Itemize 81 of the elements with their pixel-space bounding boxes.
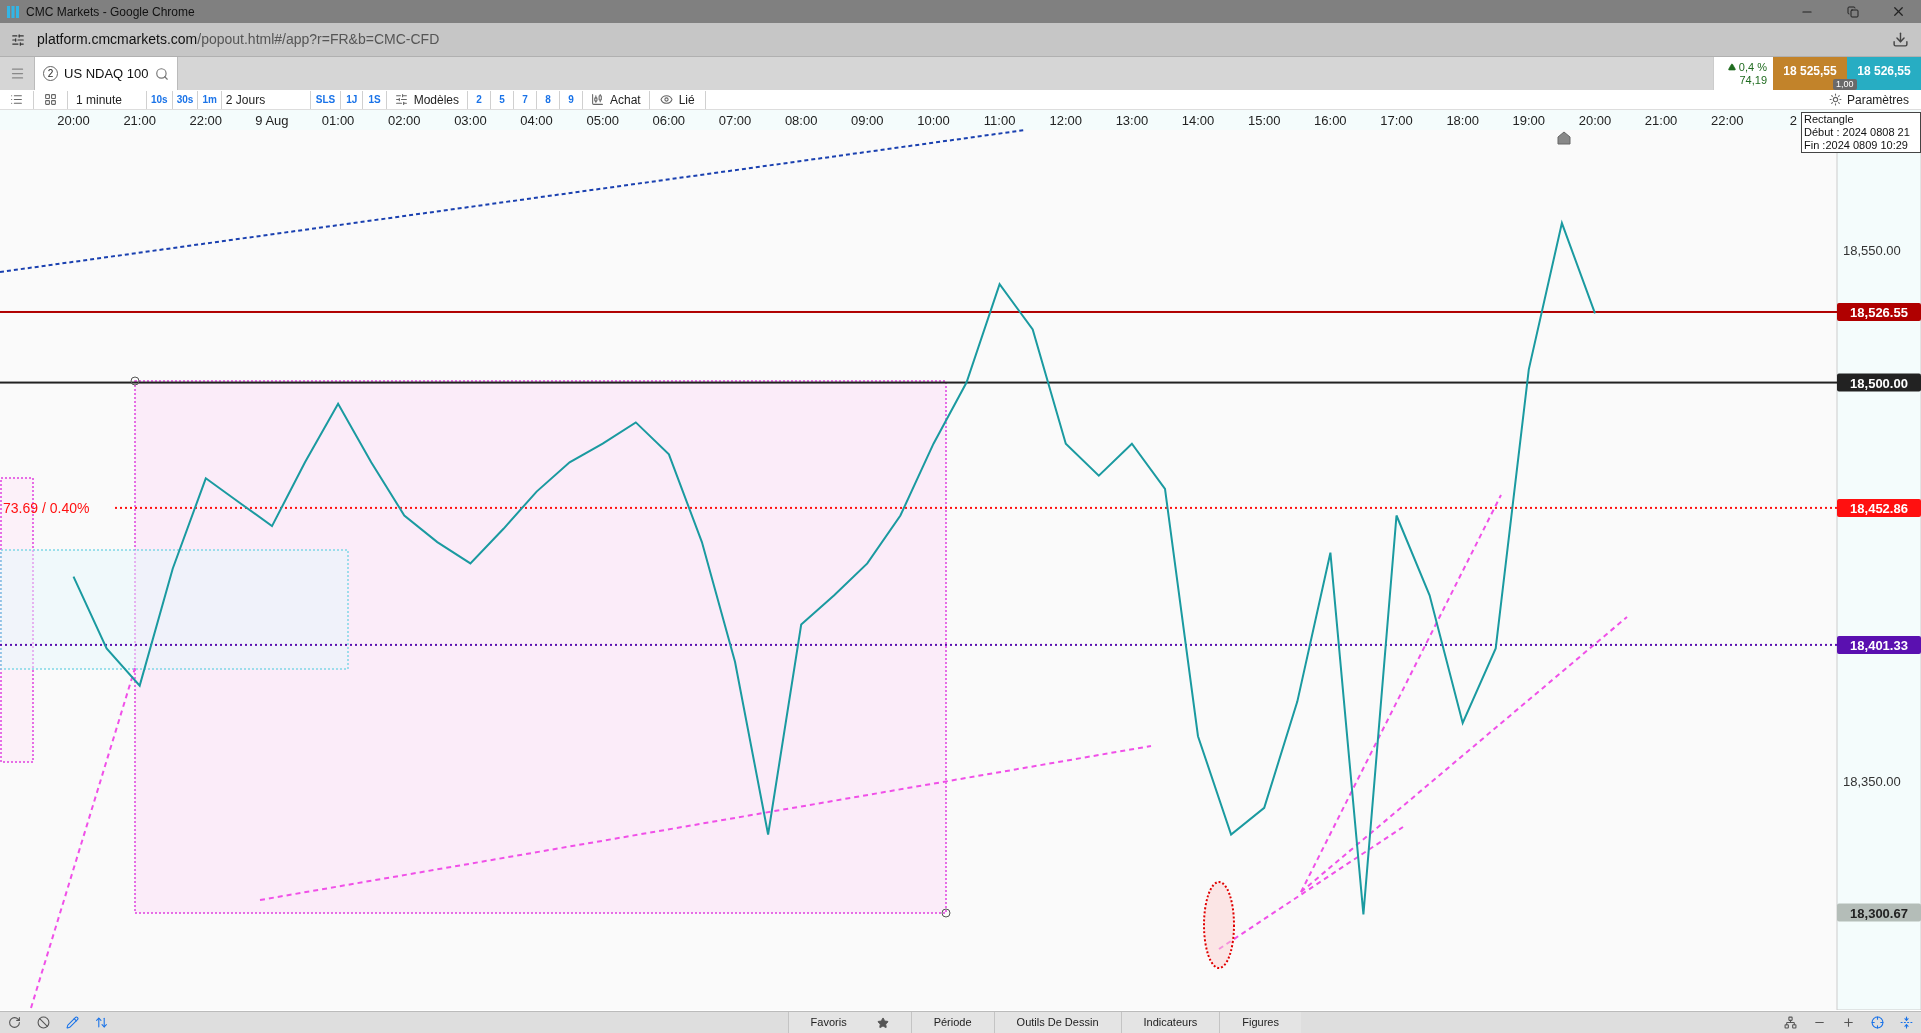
- layout-icon[interactable]: [44, 93, 57, 106]
- hierarchy-icon[interactable]: [1784, 1016, 1797, 1029]
- time-label: 22:00: [1711, 113, 1744, 128]
- time-label: 14:00: [1181, 113, 1215, 128]
- rectangle-handle[interactable]: [941, 908, 951, 918]
- count-button[interactable]: 8: [537, 92, 559, 107]
- time-label: 17:00: [1380, 113, 1413, 128]
- time-label: 13:00: [1115, 113, 1149, 128]
- count-button[interactable]: 7: [514, 92, 536, 107]
- fit-icon[interactable]: [1900, 1016, 1913, 1029]
- range-button[interactable]: SLS: [310, 92, 341, 107]
- tooltip-text: Fin :2024 0809 10:29: [1804, 139, 1909, 152]
- interval-button[interactable]: 30s: [172, 92, 198, 107]
- measure-label: 73.69 / 0.40%: [3, 499, 90, 516]
- sliders-icon[interactable]: [394, 93, 408, 106]
- time-label: 03:00: [454, 113, 487, 128]
- time-label: 2: [1789, 113, 1797, 128]
- time-label: 15:00: [1247, 113, 1281, 128]
- price-tick: 18,350.00: [1843, 774, 1901, 790]
- crosshair-icon[interactable]: [1871, 1016, 1884, 1029]
- rectangle-handle[interactable]: [130, 376, 140, 386]
- search-icon[interactable]: [154, 66, 169, 81]
- pencil-icon[interactable]: [66, 1016, 79, 1029]
- interval-button[interactable]: 10s: [147, 92, 172, 107]
- time-label: 9 Aug: [255, 113, 289, 128]
- templates-button[interactable]: Modèles: [413, 90, 459, 109]
- download-icon[interactable]: [1892, 31, 1909, 48]
- trade-size-badge[interactable]: 1,00: [1833, 79, 1857, 90]
- price-tick: 18,550.00: [1843, 242, 1901, 258]
- time-label: 08:00: [784, 113, 818, 128]
- time-label: 04:00: [520, 113, 553, 128]
- restore-icon[interactable]: [1847, 5, 1859, 18]
- time-label: 20:00: [57, 113, 90, 128]
- eye-icon[interactable]: [659, 93, 673, 106]
- range-dropdown[interactable]: 2 Jours: [221, 90, 310, 109]
- interval-button[interactable]: 1m: [198, 92, 221, 107]
- time-label: 21:00: [1644, 113, 1678, 128]
- time-label: 05:00: [586, 113, 619, 128]
- site-settings-icon[interactable]: [11, 32, 25, 47]
- instrument-name: US NDAQ 100: [64, 64, 149, 83]
- time-label: 10:00: [917, 113, 950, 128]
- url-text[interactable]: platform.cmcmarkets.com/popout.html#/app?r=FR&b=CMC-CFD: [37, 29, 440, 50]
- change-value: 74,19: [1739, 73, 1767, 87]
- zoom-in-icon[interactable]: [1842, 1016, 1855, 1029]
- settings-button[interactable]: Paramètres: [1846, 90, 1909, 109]
- range-button[interactable]: 1J: [341, 92, 363, 107]
- interval-dropdown[interactable]: 1 minute: [68, 90, 146, 109]
- time-label: 07:00: [718, 113, 752, 128]
- time-label: 21:00: [123, 113, 156, 128]
- time-label: 06:00: [652, 113, 686, 128]
- time-label: 01:00: [321, 113, 355, 128]
- time-label: 22:00: [189, 113, 223, 128]
- linked-button[interactable]: Lié: [678, 90, 695, 109]
- close-icon[interactable]: [1891, 4, 1906, 19]
- time-label: 09:00: [851, 113, 884, 128]
- list-icon[interactable]: [10, 93, 23, 106]
- refresh-icon[interactable]: [8, 1016, 21, 1029]
- up-triangle-icon: [1727, 63, 1736, 71]
- window-title: CMC Markets - Google Chrome: [26, 3, 195, 21]
- candlestick-icon[interactable]: [591, 93, 604, 106]
- time-label: 20:00: [1578, 113, 1612, 128]
- time-label: 18:00: [1446, 113, 1479, 128]
- settings-icon[interactable]: [1828, 93, 1842, 106]
- time-label: 16:00: [1314, 113, 1347, 128]
- time-label: 02:00: [388, 113, 421, 128]
- instrument-tab[interactable]: 2 US NDAQ 100: [34, 57, 178, 90]
- time-label: 19:00: [1512, 113, 1546, 128]
- time-label: 12:00: [1049, 113, 1082, 128]
- ban-icon[interactable]: [37, 1016, 50, 1029]
- count-button[interactable]: 5: [491, 92, 513, 107]
- star-icon[interactable]: [876, 1016, 889, 1029]
- count-button[interactable]: 9: [560, 92, 582, 107]
- app-logo-icon: [6, 4, 20, 19]
- tooltip-text: Début : 2024 0808 21: [1804, 126, 1911, 139]
- range-button[interactable]: 1S: [363, 92, 386, 107]
- swap-icon[interactable]: [95, 1016, 108, 1029]
- time-label: 11:00: [983, 113, 1016, 128]
- buy-button[interactable]: Achat: [610, 90, 641, 109]
- count-button[interactable]: 2: [468, 92, 490, 107]
- tooltip-title: Rectangle: [1804, 113, 1855, 126]
- change-percent: 0,4 %: [1738, 60, 1767, 74]
